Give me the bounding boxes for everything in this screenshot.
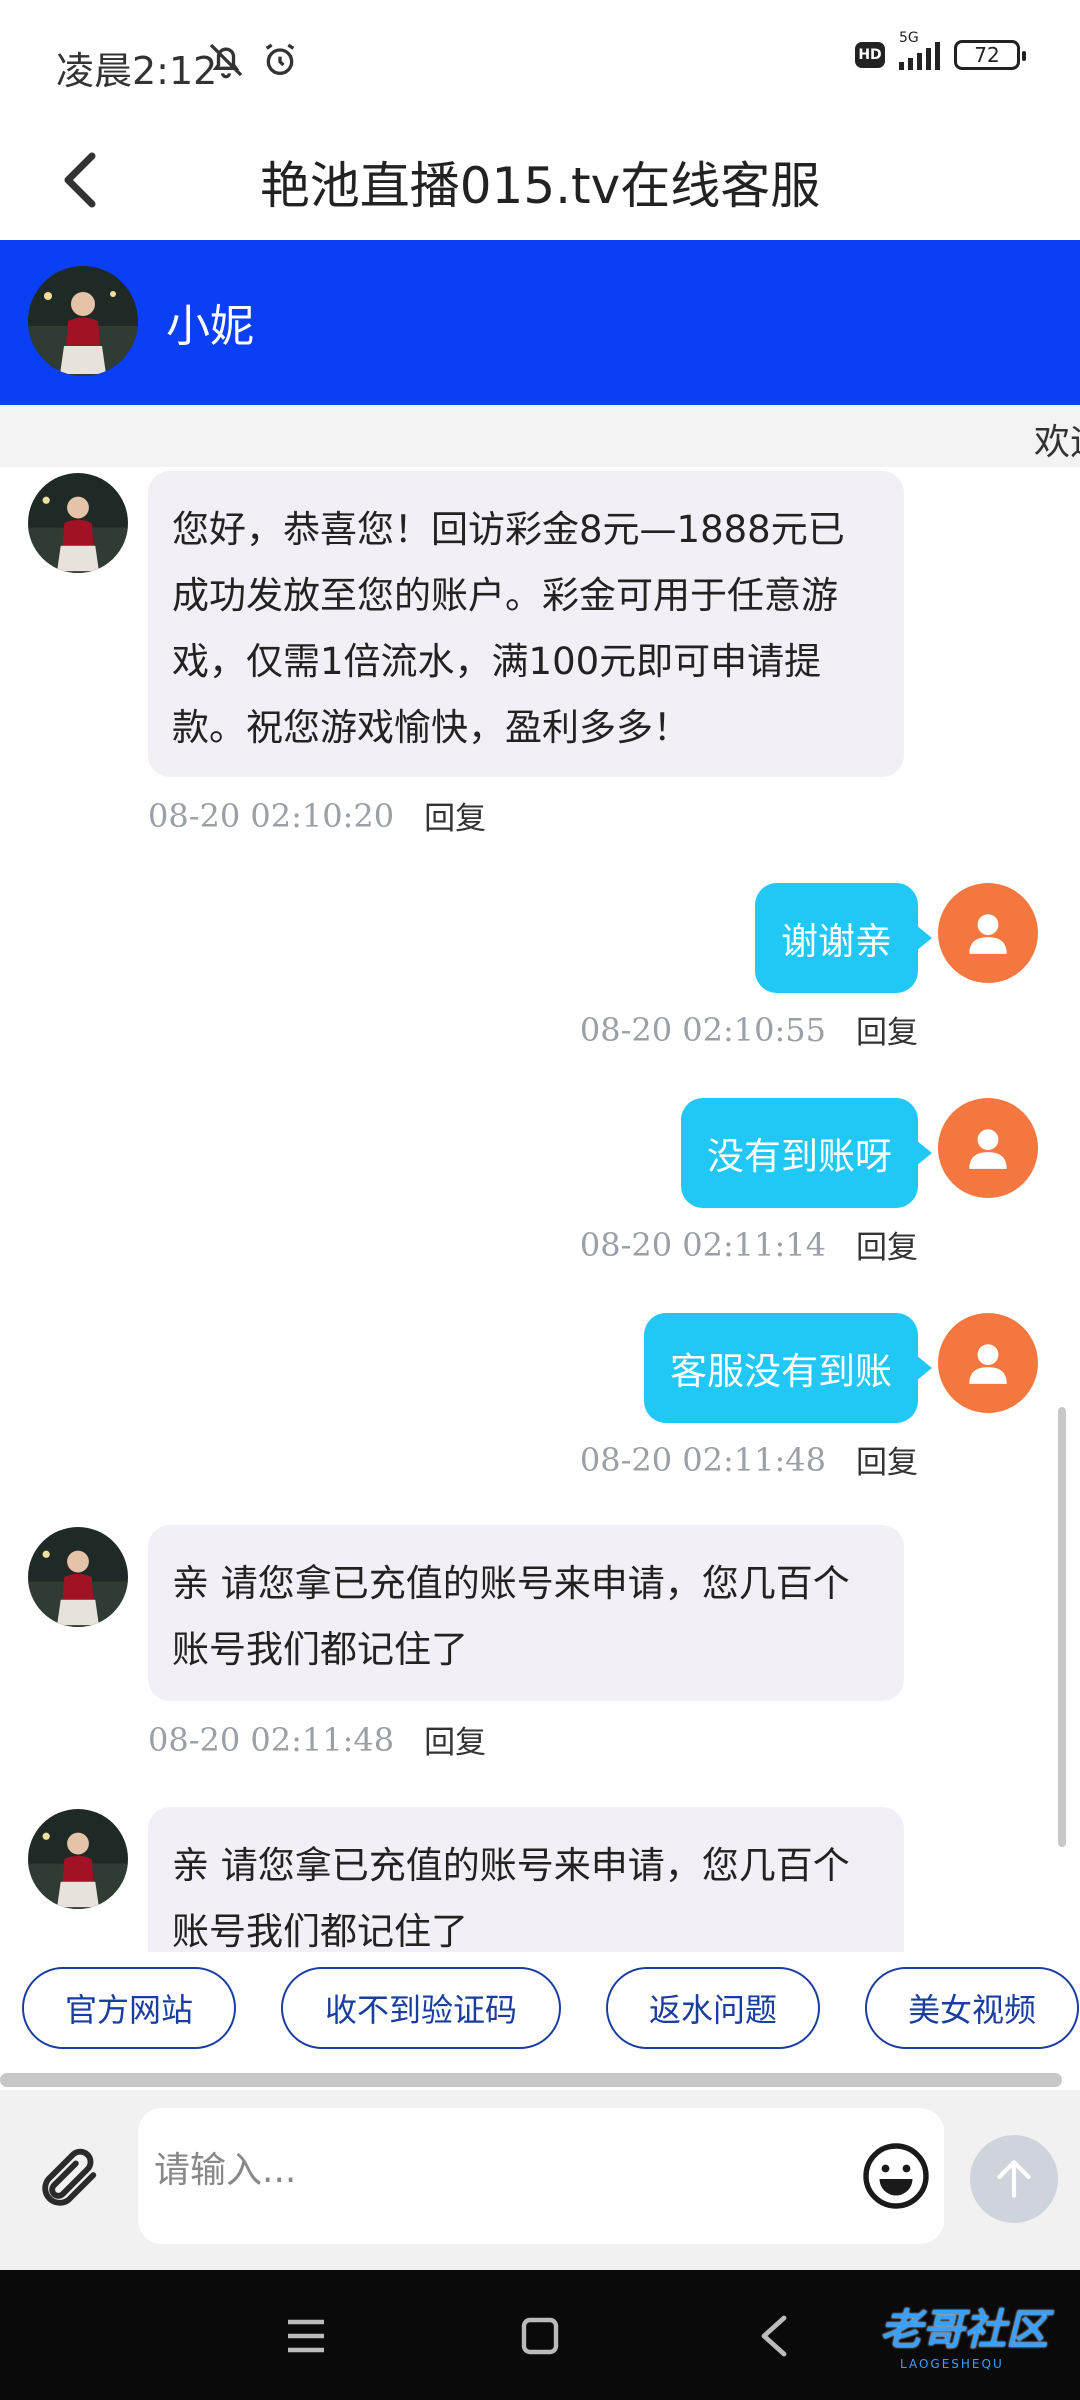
- quick-reply-rebate[interactable]: 返水问题: [606, 1967, 820, 2049]
- marquee-text: 欢迎: [1034, 422, 1080, 463]
- hd-icon: HD: [855, 42, 885, 68]
- quick-reply-video[interactable]: 美女视频: [865, 1967, 1079, 2049]
- smiley-icon: [863, 2143, 929, 2209]
- quick-reply-official-site[interactable]: 官方网站: [22, 1967, 236, 2049]
- nav-home-button[interactable]: [510, 2306, 570, 2366]
- watermark-subtext: LAOGESHEQU: [900, 2357, 1004, 2371]
- message-time: 08-20 02:11:48: [579, 1440, 826, 1479]
- status-bar: 凌晨2:12 HD 5G 72: [0, 0, 1080, 120]
- user-message-bubble: 谢谢亲: [755, 883, 932, 993]
- message-time: 08-20 02:11:48: [148, 1720, 395, 1759]
- system-nav-bar: 老哥社区 LAOGESHEQU: [0, 2270, 1080, 2400]
- agent-avatar: [28, 266, 138, 376]
- watermark-text: 老哥社区: [880, 2305, 1049, 2354]
- reply-button[interactable]: 回复: [856, 1437, 918, 1482]
- message-meta: 08-20 02:11:48 回复: [148, 1717, 486, 1762]
- alarm-icon: [260, 40, 300, 84]
- menu-icon: [288, 2319, 324, 2353]
- network-type: 5G: [899, 30, 919, 46]
- emoji-button[interactable]: [856, 2136, 936, 2216]
- chat-area[interactable]: 您好，恭喜您！回访彩金8元—1888元已成功发放至您的账户。彩金可用于任意游戏，…: [0, 467, 1080, 1952]
- quick-reply-scrollbar[interactable]: [0, 2073, 1062, 2087]
- send-button[interactable]: [970, 2135, 1058, 2223]
- nav-back-button[interactable]: [744, 2306, 804, 2366]
- signal-icon: 5G: [899, 30, 940, 70]
- user-avatar: [938, 1313, 1038, 1413]
- chat-scrollbar[interactable]: [1058, 1407, 1066, 1847]
- agent-avatar: [28, 473, 128, 573]
- person-icon: [969, 1129, 1007, 1169]
- attach-button[interactable]: [30, 2138, 110, 2218]
- quick-reply-bar: 官方网站 收不到验证码 返水问题 美女视频: [0, 1952, 1080, 2072]
- message-meta: 08-20 02:10:55 回复: [580, 1007, 918, 1052]
- chevron-left-icon: [761, 2315, 787, 2357]
- app-header: 艳池直播015.tv在线客服: [0, 120, 1080, 240]
- watermark-logo: 老哥社区 LAOGESHEQU: [840, 2296, 1070, 2376]
- page-title: 艳池直播015.tv在线客服: [259, 157, 821, 215]
- agent-avatar: [28, 1809, 128, 1909]
- bell-off-icon: [206, 40, 246, 84]
- agent-message-bubble: 您好，恭喜您！回访彩金8元—1888元已成功发放至您的账户。彩金可用于任意游戏，…: [148, 471, 904, 777]
- message-time: 08-20 02:10:55: [579, 1010, 826, 1049]
- message-meta: 08-20 02:10:20 回复: [148, 793, 486, 838]
- message-meta: 08-20 02:11:14 回复: [580, 1222, 918, 1267]
- quick-reply-no-code[interactable]: 收不到验证码: [281, 1967, 561, 2049]
- composer: [0, 2090, 1080, 2270]
- agent-avatar: [28, 1527, 128, 1627]
- person-icon: [969, 914, 1007, 954]
- reply-button[interactable]: 回复: [856, 1007, 918, 1052]
- message-input[interactable]: [154, 2150, 754, 2191]
- status-time: 凌晨2:12: [56, 49, 218, 93]
- announcement-marquee: 欢迎: [0, 405, 1080, 467]
- battery-level: 72: [974, 43, 1000, 67]
- user-message-bubble: 没有到账呀: [681, 1098, 932, 1208]
- reply-button[interactable]: 回复: [424, 793, 486, 838]
- reply-button[interactable]: 回复: [424, 1717, 486, 1762]
- status-right: HD 5G 72: [855, 30, 1026, 70]
- agent-message-bubble: 亲 请您拿已充值的账号来申请，您几百个账号我们都记住了: [148, 1807, 904, 1952]
- agent-message-bubble: 亲 请您拿已充值的账号来申请，您几百个账号我们都记住了: [148, 1525, 904, 1701]
- person-icon: [969, 1344, 1007, 1384]
- user-avatar: [938, 1098, 1038, 1198]
- status-icons-left: [206, 40, 300, 84]
- message-time: 08-20 02:11:14: [579, 1225, 826, 1264]
- user-avatar: [938, 883, 1038, 983]
- reply-button[interactable]: 回复: [856, 1222, 918, 1267]
- message-meta: 08-20 02:11:48 回复: [580, 1437, 918, 1482]
- agent-name: 小妮: [166, 301, 254, 352]
- battery-icon: 72: [954, 40, 1026, 70]
- message-time: 08-20 02:10:20: [148, 796, 395, 835]
- message-input-box: [138, 2108, 944, 2244]
- agent-banner: 小妮: [0, 240, 1080, 405]
- paperclip-icon: [42, 2148, 97, 2206]
- user-message-bubble: 客服没有到账: [644, 1313, 932, 1423]
- arrow-up-icon: [997, 2160, 1031, 2198]
- square-icon: [521, 2317, 559, 2355]
- nav-menu-button[interactable]: [276, 2306, 336, 2366]
